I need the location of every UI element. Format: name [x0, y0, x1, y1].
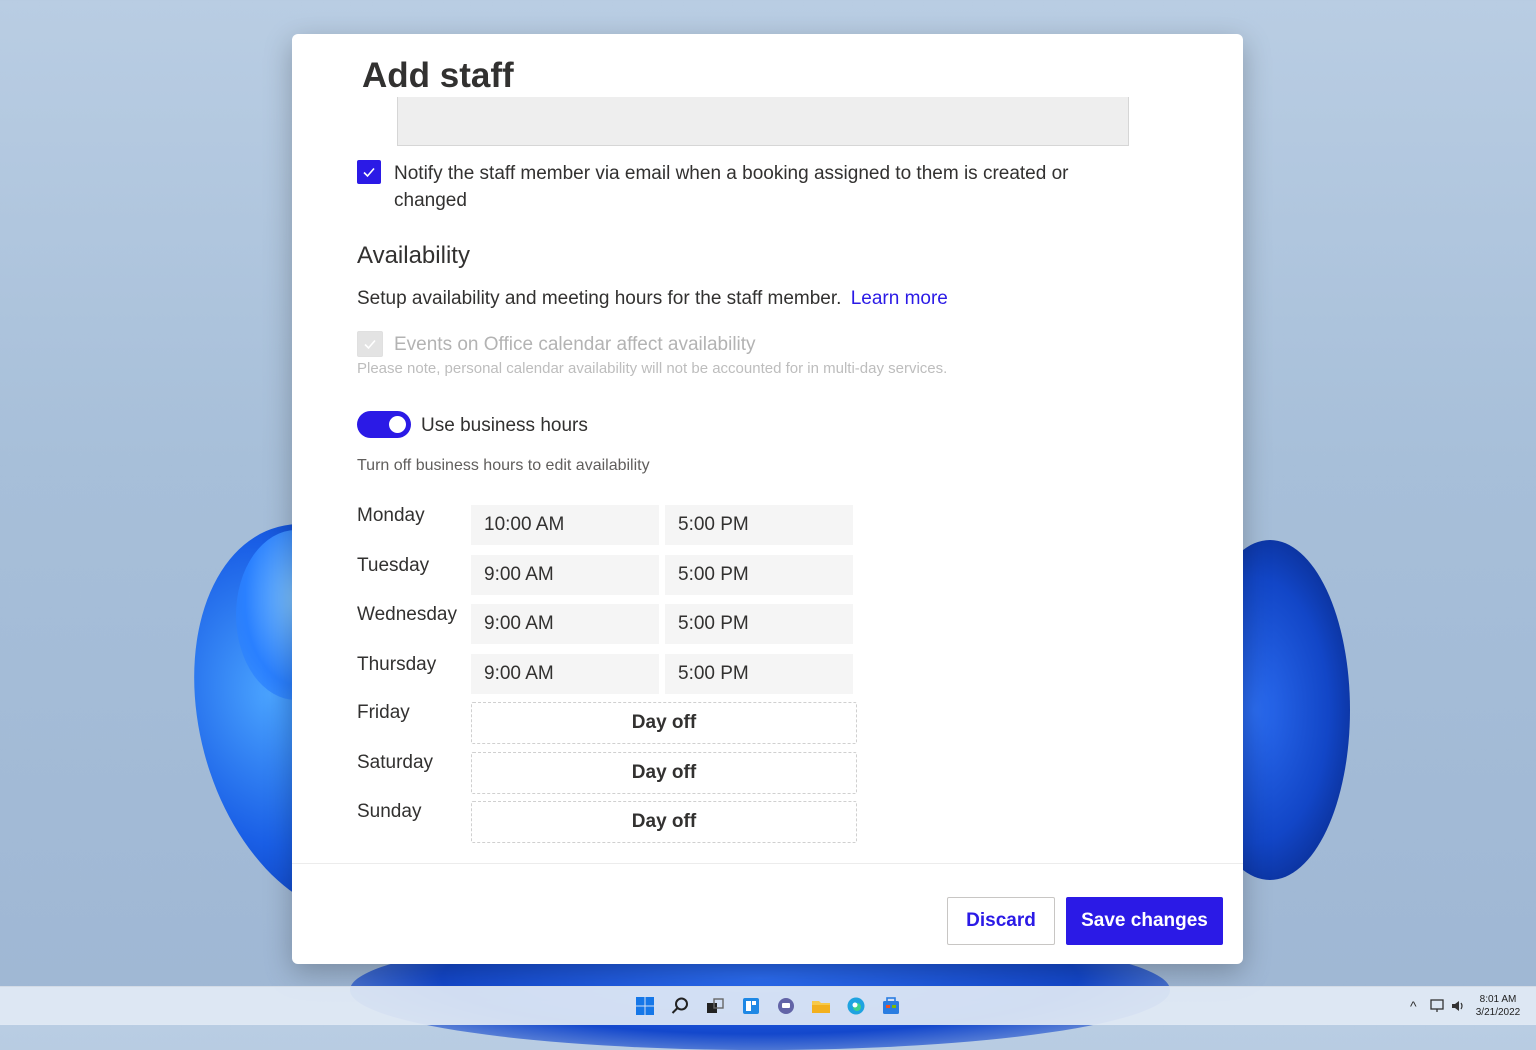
day-row-monday: Monday 10:00 AM 5:00 PM [292, 505, 1243, 547]
toggle-knob [389, 416, 406, 433]
day-label: Monday [357, 505, 425, 526]
windows-start-icon[interactable] [635, 996, 655, 1016]
save-changes-button[interactable]: Save changes [1066, 897, 1223, 945]
system-clock[interactable]: 8:01 AM 3/21/2022 [1466, 993, 1530, 1019]
learn-more-link[interactable]: Learn more [851, 288, 948, 309]
clock-time: 8:01 AM [1479, 994, 1517, 1005]
day-off-slot[interactable]: Day off [471, 702, 857, 744]
availability-heading: Availability [357, 242, 470, 269]
checkmark-icon [364, 339, 376, 350]
notes-textarea[interactable] [397, 97, 1129, 146]
teams-chat-icon[interactable] [776, 996, 796, 1016]
search-icon[interactable] [670, 996, 690, 1016]
business-hours-label: Use business hours [421, 415, 588, 436]
multi-day-note: Please note, personal calendar availabil… [357, 360, 948, 377]
day-off-slot[interactable]: Day off [471, 752, 857, 794]
clock-date: 3/21/2022 [1475, 1007, 1521, 1018]
end-time-field[interactable]: 5:00 PM [665, 505, 853, 545]
day-label: Wednesday [357, 604, 457, 625]
notify-checkbox[interactable] [357, 160, 381, 184]
file-explorer-icon[interactable] [811, 996, 831, 1016]
day-row-saturday: Saturday Day off [292, 752, 1243, 794]
day-row-friday: Friday Day off [292, 702, 1243, 744]
end-time-field[interactable]: 5:00 PM [665, 604, 853, 644]
widgets-icon[interactable] [741, 996, 761, 1016]
checkmark-icon [363, 167, 375, 178]
footer-divider [292, 863, 1243, 864]
day-row-wednesday: Wednesday 9:00 AM 5:00 PM [292, 604, 1243, 646]
dialog-title: Add staff [362, 56, 514, 95]
notify-label: Notify the staff member via email when a… [394, 163, 1069, 211]
start-time-field[interactable]: 9:00 AM [471, 654, 659, 694]
availability-description: Setup availability and meeting hours for… [357, 288, 948, 310]
business-hours-toggle[interactable] [357, 411, 411, 438]
business-hours-hint: Turn off business hours to edit availabi… [357, 457, 650, 474]
volume-icon[interactable] [1450, 998, 1466, 1014]
store-icon[interactable] [881, 996, 901, 1016]
day-label: Tuesday [357, 555, 430, 576]
availability-description-text: Setup availability and meeting hours for… [357, 288, 842, 309]
network-icon[interactable] [1430, 998, 1446, 1014]
chevron-up-icon[interactable]: ^ [1410, 998, 1417, 1014]
start-time-field[interactable]: 9:00 AM [471, 555, 659, 595]
edge-browser-icon[interactable] [846, 996, 866, 1016]
add-staff-dialog: Add staff Notify the staff member via em… [292, 34, 1243, 964]
events-label: Events on Office calendar affect availab… [394, 334, 756, 355]
day-row-thursday: Thursday 9:00 AM 5:00 PM [292, 654, 1243, 696]
end-time-field[interactable]: 5:00 PM [665, 654, 853, 694]
day-label: Saturday [357, 752, 434, 773]
day-off-slot[interactable]: Day off [471, 801, 857, 843]
end-time-field[interactable]: 5:00 PM [665, 555, 853, 595]
task-view-icon[interactable] [705, 996, 725, 1016]
day-label: Friday [357, 702, 410, 723]
day-row-sunday: Sunday Day off [292, 801, 1243, 843]
day-label: Sunday [357, 801, 422, 822]
events-checkbox[interactable] [357, 331, 383, 357]
discard-button[interactable]: Discard [947, 897, 1055, 945]
start-time-field[interactable]: 10:00 AM [471, 505, 659, 545]
start-time-field[interactable]: 9:00 AM [471, 604, 659, 644]
taskbar: ^ 8:01 AM 3/21/2022 [0, 986, 1536, 1025]
day-row-tuesday: Tuesday 9:00 AM 5:00 PM [292, 555, 1243, 597]
day-label: Thursday [357, 654, 437, 675]
